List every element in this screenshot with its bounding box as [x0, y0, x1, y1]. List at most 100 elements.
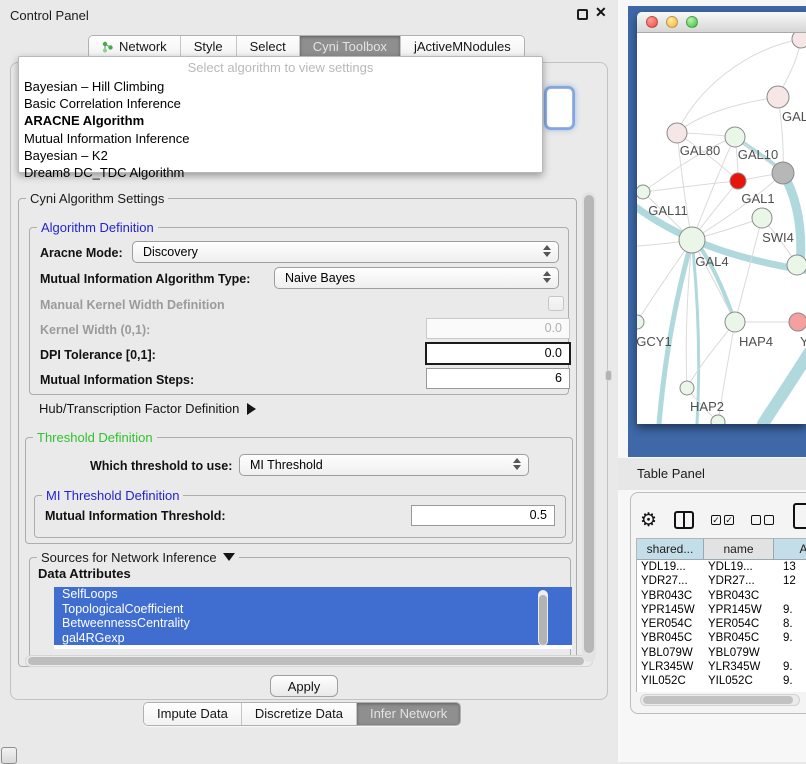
mi-threshold-field[interactable]: 0.5	[411, 505, 555, 526]
table-row[interactable]: YDL19...YDL19...13	[637, 560, 806, 574]
mi-steps-field[interactable]: 6	[426, 368, 570, 389]
table-row[interactable]: YDR27...YDR27...12	[637, 574, 806, 588]
attributes-scrollbar[interactable]	[538, 590, 548, 646]
column-header[interactable]: A	[774, 539, 806, 559]
hub-factor-section[interactable]: Hub/Transcription Factor Definition	[39, 401, 256, 416]
network-node-hap2[interactable]	[680, 381, 694, 395]
algorithm-option[interactable]: Basic Correlation Inference	[19, 95, 542, 112]
table-cell: YDL19...	[637, 560, 704, 574]
network-edge[interactable]	[763, 353, 806, 424]
table-row[interactable]: YBR045CYBR045C9.	[637, 631, 806, 645]
algorithm-option[interactable]: Dream8 DC_TDC Algorithm	[19, 164, 542, 181]
close-panel-icon[interactable]: ✕	[595, 4, 607, 21]
aracne-mode-combo[interactable]: Discovery	[132, 241, 559, 263]
table-cell: 9.	[774, 603, 806, 617]
panel-splitter-handle[interactable]	[606, 371, 611, 380]
table-row[interactable]: YLR345WYLR345W9.	[637, 660, 806, 674]
network-node-gal11[interactable]	[637, 185, 650, 199]
network-node-gcy1[interactable]	[637, 315, 644, 329]
data-attribute-item[interactable]: TopologicalCoefficient	[54, 602, 572, 617]
network-node-gal80[interactable]	[667, 123, 687, 143]
algorithm-option[interactable]: Bayesian – K2	[19, 147, 542, 164]
network-node-gal1[interactable]	[752, 208, 772, 228]
mi-type-value: Naive Bayes	[285, 271, 355, 285]
tab-style[interactable]: Style	[181, 36, 237, 58]
gear-icon[interactable]: ⚙	[640, 511, 657, 530]
deselect-all-columns-icon[interactable]	[751, 515, 774, 525]
data-attribute-item[interactable]: BetweennessCentrality	[54, 616, 572, 631]
network-window-titlebar[interactable]	[637, 12, 806, 33]
network-edge[interactable]	[687, 322, 735, 388]
bottom-tab-infer-network[interactable]: Infer Network	[357, 703, 460, 725]
network-node-swi4[interactable]	[787, 255, 806, 275]
float-panel-icon[interactable]	[577, 9, 588, 20]
dpi-tolerance-field[interactable]: 0.0	[425, 342, 571, 365]
network-node-y[interactable]	[789, 313, 806, 331]
algorithm-option[interactable]: ARACNE Algorithm	[19, 112, 542, 129]
which-threshold-combo[interactable]: MI Threshold	[239, 454, 529, 476]
network-edge[interactable]	[735, 218, 762, 322]
tab-label: Infer Network	[370, 706, 447, 721]
node-label: GAL80	[680, 143, 720, 158]
network-node-gal[interactable]	[767, 86, 789, 108]
manual-kernel-label: Manual Kernel Width Definition	[40, 298, 225, 312]
table-horizontal-scrollbar[interactable]	[640, 694, 800, 706]
tab-select[interactable]: Select	[237, 36, 300, 58]
data-attribute-item[interactable]: SelfLoops	[54, 587, 572, 602]
collapsed-arrow-icon	[247, 403, 256, 415]
network-edge[interactable]	[659, 240, 692, 424]
mi-type-label: Mutual Information Algorithm Type:	[40, 272, 250, 286]
tab-jactivemnodules[interactable]: jActiveMNodules	[401, 36, 524, 58]
table-cell: YBR043C	[637, 589, 704, 603]
network-node-hap4[interactable]	[725, 312, 745, 332]
network-node-gal4[interactable]	[679, 227, 705, 253]
network-edge[interactable]	[783, 173, 801, 265]
table-row[interactable]: YBL079WYBL079W	[637, 646, 806, 660]
table-row[interactable]: YPR145WYPR145W9.	[637, 603, 806, 617]
mi-steps-label: Mutual Information Steps:	[40, 373, 194, 387]
table-row[interactable]: YIL052CYIL052C9.	[637, 674, 806, 688]
function-builder-icon[interactable]	[793, 503, 806, 529]
manual-kernel-checkbox[interactable]	[548, 296, 564, 311]
data-attributes-list[interactable]: SelfLoopsTopologicalCoefficientBetweenne…	[54, 587, 572, 649]
network-node[interactable]	[772, 162, 794, 184]
tab-network[interactable]: Network	[89, 36, 181, 58]
settings-horizontal-scrollbar[interactable]	[25, 655, 593, 667]
network-node[interactable]	[730, 173, 746, 189]
network-canvas[interactable]: GALGAL80GAL10GAL1GAL11GAL4SWI4GCY1HAP4YH…	[637, 33, 806, 424]
settings-vertical-scrollbar-thumb[interactable]	[584, 195, 594, 653]
network-edge[interactable]	[643, 181, 738, 192]
sources-title: Sources for Network Inference	[37, 550, 239, 565]
algorithm-option[interactable]: Mutual Information Inference	[19, 130, 542, 147]
zoom-window-icon[interactable]	[686, 16, 698, 28]
close-window-icon[interactable]	[646, 16, 658, 28]
column-header[interactable]: name	[704, 539, 774, 559]
minimize-window-icon[interactable]	[666, 16, 678, 28]
kernel-width-field[interactable]: 0.0	[426, 318, 570, 339]
minimized-panel-icon[interactable]	[1, 747, 17, 764]
network-node[interactable]	[711, 415, 725, 424]
bottom-tab-discretize-data[interactable]: Discretize Data	[242, 703, 357, 725]
network-node-gal10[interactable]	[725, 127, 745, 147]
mi-type-combo[interactable]: Naive Bayes	[274, 267, 559, 289]
network-edge[interactable]	[677, 97, 778, 133]
cyni-algorithm-settings-group: Cyni Algorithm Settings Algorithm Defini…	[18, 198, 577, 667]
table-cell: 9.	[774, 631, 806, 645]
network-node[interactable]	[792, 33, 806, 48]
node-label: Y	[800, 334, 806, 349]
tab-cyni-toolbox[interactable]: Cyni Toolbox	[300, 36, 401, 58]
apply-button[interactable]: Apply	[270, 675, 338, 697]
select-all-columns-icon[interactable]: ✓✓	[711, 515, 734, 525]
network-tab-icon	[102, 41, 114, 53]
which-threshold-label: Which threshold to use:	[90, 459, 232, 473]
table-row[interactable]: YBR043CYBR043C	[637, 589, 806, 603]
data-attribute-item[interactable]: gal4RGexp	[54, 631, 572, 646]
table-row[interactable]: YER054CYER054C8.	[637, 617, 806, 631]
algorithm-option[interactable]: Bayesian – Hill Climbing	[19, 78, 542, 95]
column-header[interactable]: shared...	[637, 539, 704, 559]
bottom-tab-impute-data[interactable]: Impute Data	[144, 703, 242, 725]
sources-title-text: Sources for Network Inference	[41, 550, 217, 565]
column-layout-icon[interactable]	[674, 511, 694, 529]
table-cell: YIL052C	[704, 674, 774, 688]
table-panel-title: Table Panel	[637, 466, 705, 481]
